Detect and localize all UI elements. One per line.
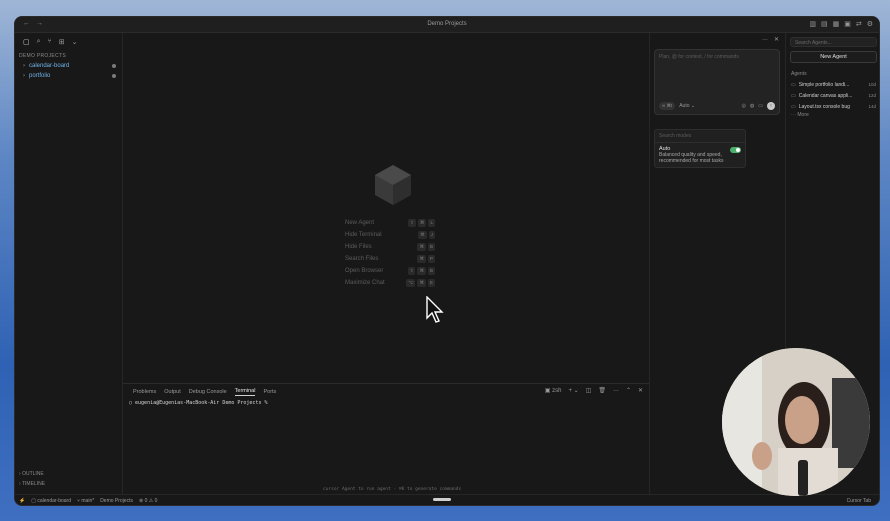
status-branch[interactable]: ⑂ main* — [77, 498, 94, 504]
folder-calendar-board[interactable]: › calendar-board — [15, 61, 122, 71]
editor-area: New Agent ⇧ ⌘ L Hide Terminal ⌘ J Hide File… — [123, 33, 649, 383]
chat-input[interactable]: Plan, @ for context, / for commands ∞ ⌘I… — [654, 49, 780, 115]
mention-icon[interactable]: ◎ — [742, 103, 746, 109]
globe-icon[interactable]: ◍ — [750, 103, 754, 109]
shortcut-hide-terminal[interactable]: Hide Terminal ⌘ J — [345, 229, 435, 241]
trash-icon[interactable]: 🗑 — [598, 387, 606, 394]
shortcut-new-agent[interactable]: New Agent ⇧ ⌘ L — [345, 217, 435, 229]
explorer-sidebar: ▢ ⌕ ⑂ ⊞ ⌄ DEMO PROJECTS › calendar-board… — [15, 33, 123, 494]
window-title: Demo Projects — [427, 21, 467, 27]
chat-placeholder: Plan, @ for context, / for commands — [659, 54, 739, 60]
bottom-panel: Problems Output Debug Console Terminal P… — [123, 383, 649, 494]
maximize-panel-icon[interactable]: ⌃ — [626, 387, 631, 394]
close-icon[interactable]: ✕ — [774, 36, 779, 43]
send-icon[interactable]: ↑ — [767, 102, 775, 110]
modified-dot — [112, 74, 116, 78]
model-selector[interactable]: Auto ⌄ — [679, 103, 695, 109]
source-control-icon[interactable]: ⑂ — [48, 38, 52, 46]
extensions-icon[interactable]: ⊞ — [59, 38, 65, 46]
terminal-prompt[interactable]: ○ eugenia@Eugenias-MacBook-Air Demo Proj… — [123, 400, 649, 406]
outline-section[interactable]: › OUTLINE — [15, 470, 122, 480]
toggle-sidebar-icon[interactable]: ▥ — [809, 20, 816, 28]
files-icon[interactable]: ▢ — [23, 38, 30, 46]
more-icon[interactable]: … — [613, 387, 619, 394]
mode-option-auto[interactable]: Auto Balanced quality and speed, recomme… — [655, 143, 745, 167]
folder-label: calendar-board — [29, 63, 70, 69]
split-terminal-icon[interactable]: ◫ — [586, 387, 592, 394]
terminal-hint: cursor Agent to run agent · ⌘K to genera… — [323, 487, 462, 492]
search-agents-input[interactable]: Search Agents... — [790, 37, 877, 47]
folder-portfolio[interactable]: › portfolio — [15, 71, 122, 81]
more-agents-link[interactable]: ⋯ More — [786, 112, 879, 122]
layout-icon[interactable]: ▣ — [844, 20, 851, 28]
agent-item[interactable]: ▭ Calendar canvas appli... 12d — [786, 90, 879, 101]
shortcut-search-files[interactable]: Search Files ⌘ P — [345, 253, 435, 265]
search-icon[interactable]: ⌕ — [37, 38, 41, 46]
modified-dot — [112, 64, 116, 68]
explorer-section-title[interactable]: DEMO PROJECTS — [15, 51, 122, 61]
gear-icon[interactable]: ⚙ — [867, 20, 873, 28]
shortcut-open-browser[interactable]: Open Browser ⇧ ⌘ B — [345, 265, 435, 277]
agent-item[interactable]: ▭ Layout.tsx console bug 14d — [786, 101, 879, 112]
image-icon[interactable]: ▭ — [758, 103, 763, 109]
status-workspace[interactable]: Demo Projects — [100, 498, 133, 504]
new-agent-button[interactable]: New Agent — [790, 51, 877, 63]
search-modes-input[interactable]: Search modes — [655, 130, 745, 143]
shortcut-maximize-chat[interactable]: Maximize Chat ⌥ ⌘ E — [345, 277, 435, 289]
shortcut-list: New Agent ⇧ ⌘ L Hide Terminal ⌘ J Hide File… — [345, 217, 435, 289]
mode-dropdown: Search modes Auto Balanced quality and s… — [654, 129, 746, 168]
add-terminal-icon[interactable]: + ⌄ — [568, 387, 578, 394]
auto-toggle[interactable] — [730, 147, 741, 153]
timeline-section[interactable]: › TIMELINE — [15, 480, 122, 490]
tab-debug-console[interactable]: Debug Console — [189, 389, 227, 395]
home-indicator — [433, 498, 451, 501]
tab-terminal[interactable]: Terminal — [234, 388, 256, 396]
presenter-video-image — [722, 348, 870, 496]
sync-icon[interactable]: ⇄ — [856, 20, 862, 28]
tab-ports[interactable]: Ports — [263, 389, 276, 395]
toggle-secondary-sidebar-icon[interactable]: ▦ — [833, 20, 840, 28]
mode-selector[interactable]: ∞ ⌘I — [659, 102, 676, 110]
agent-item[interactable]: ▭ Simple portfolio landi... 10d — [786, 79, 879, 90]
status-repo[interactable]: ▢ calendar-board — [31, 498, 71, 504]
folder-label: portfolio — [29, 73, 51, 79]
remote-icon[interactable]: ⚡ — [19, 498, 25, 504]
shortcut-hide-files[interactable]: Hide Files ⌘ B — [345, 241, 435, 253]
chevron-down-icon[interactable]: ⌄ — [72, 38, 78, 46]
chat-icon: ▭ — [791, 103, 796, 110]
close-icon[interactable]: ✕ — [638, 387, 643, 394]
tab-output[interactable]: Output — [164, 389, 181, 395]
status-problems[interactable]: ⊗ 0 ⚠ 0 — [139, 498, 157, 504]
chat-icon: ▭ — [791, 81, 796, 88]
title-bar: ← → Demo Projects ▥ ▤ ▦ ▣ ⇄ ⚙ — [15, 17, 879, 33]
cursor-logo-icon — [375, 165, 411, 205]
status-bar: ⚡ ▢ calendar-board ⑂ main* Demo Projects… — [15, 494, 879, 505]
terminal-shell-selector[interactable]: ▣ zsh — [545, 387, 562, 394]
agents-section-title: Agents — [791, 71, 807, 77]
toggle-panel-icon[interactable]: ▤ — [821, 20, 828, 28]
tab-problems[interactable]: Problems — [133, 389, 156, 395]
chat-icon: ▭ — [791, 92, 796, 99]
more-icon[interactable]: … — [762, 36, 768, 43]
webcam-overlay — [722, 348, 870, 496]
mouse-pointer-icon — [426, 296, 444, 323]
status-cursor-tab[interactable]: Cursor Tab — [847, 498, 871, 504]
